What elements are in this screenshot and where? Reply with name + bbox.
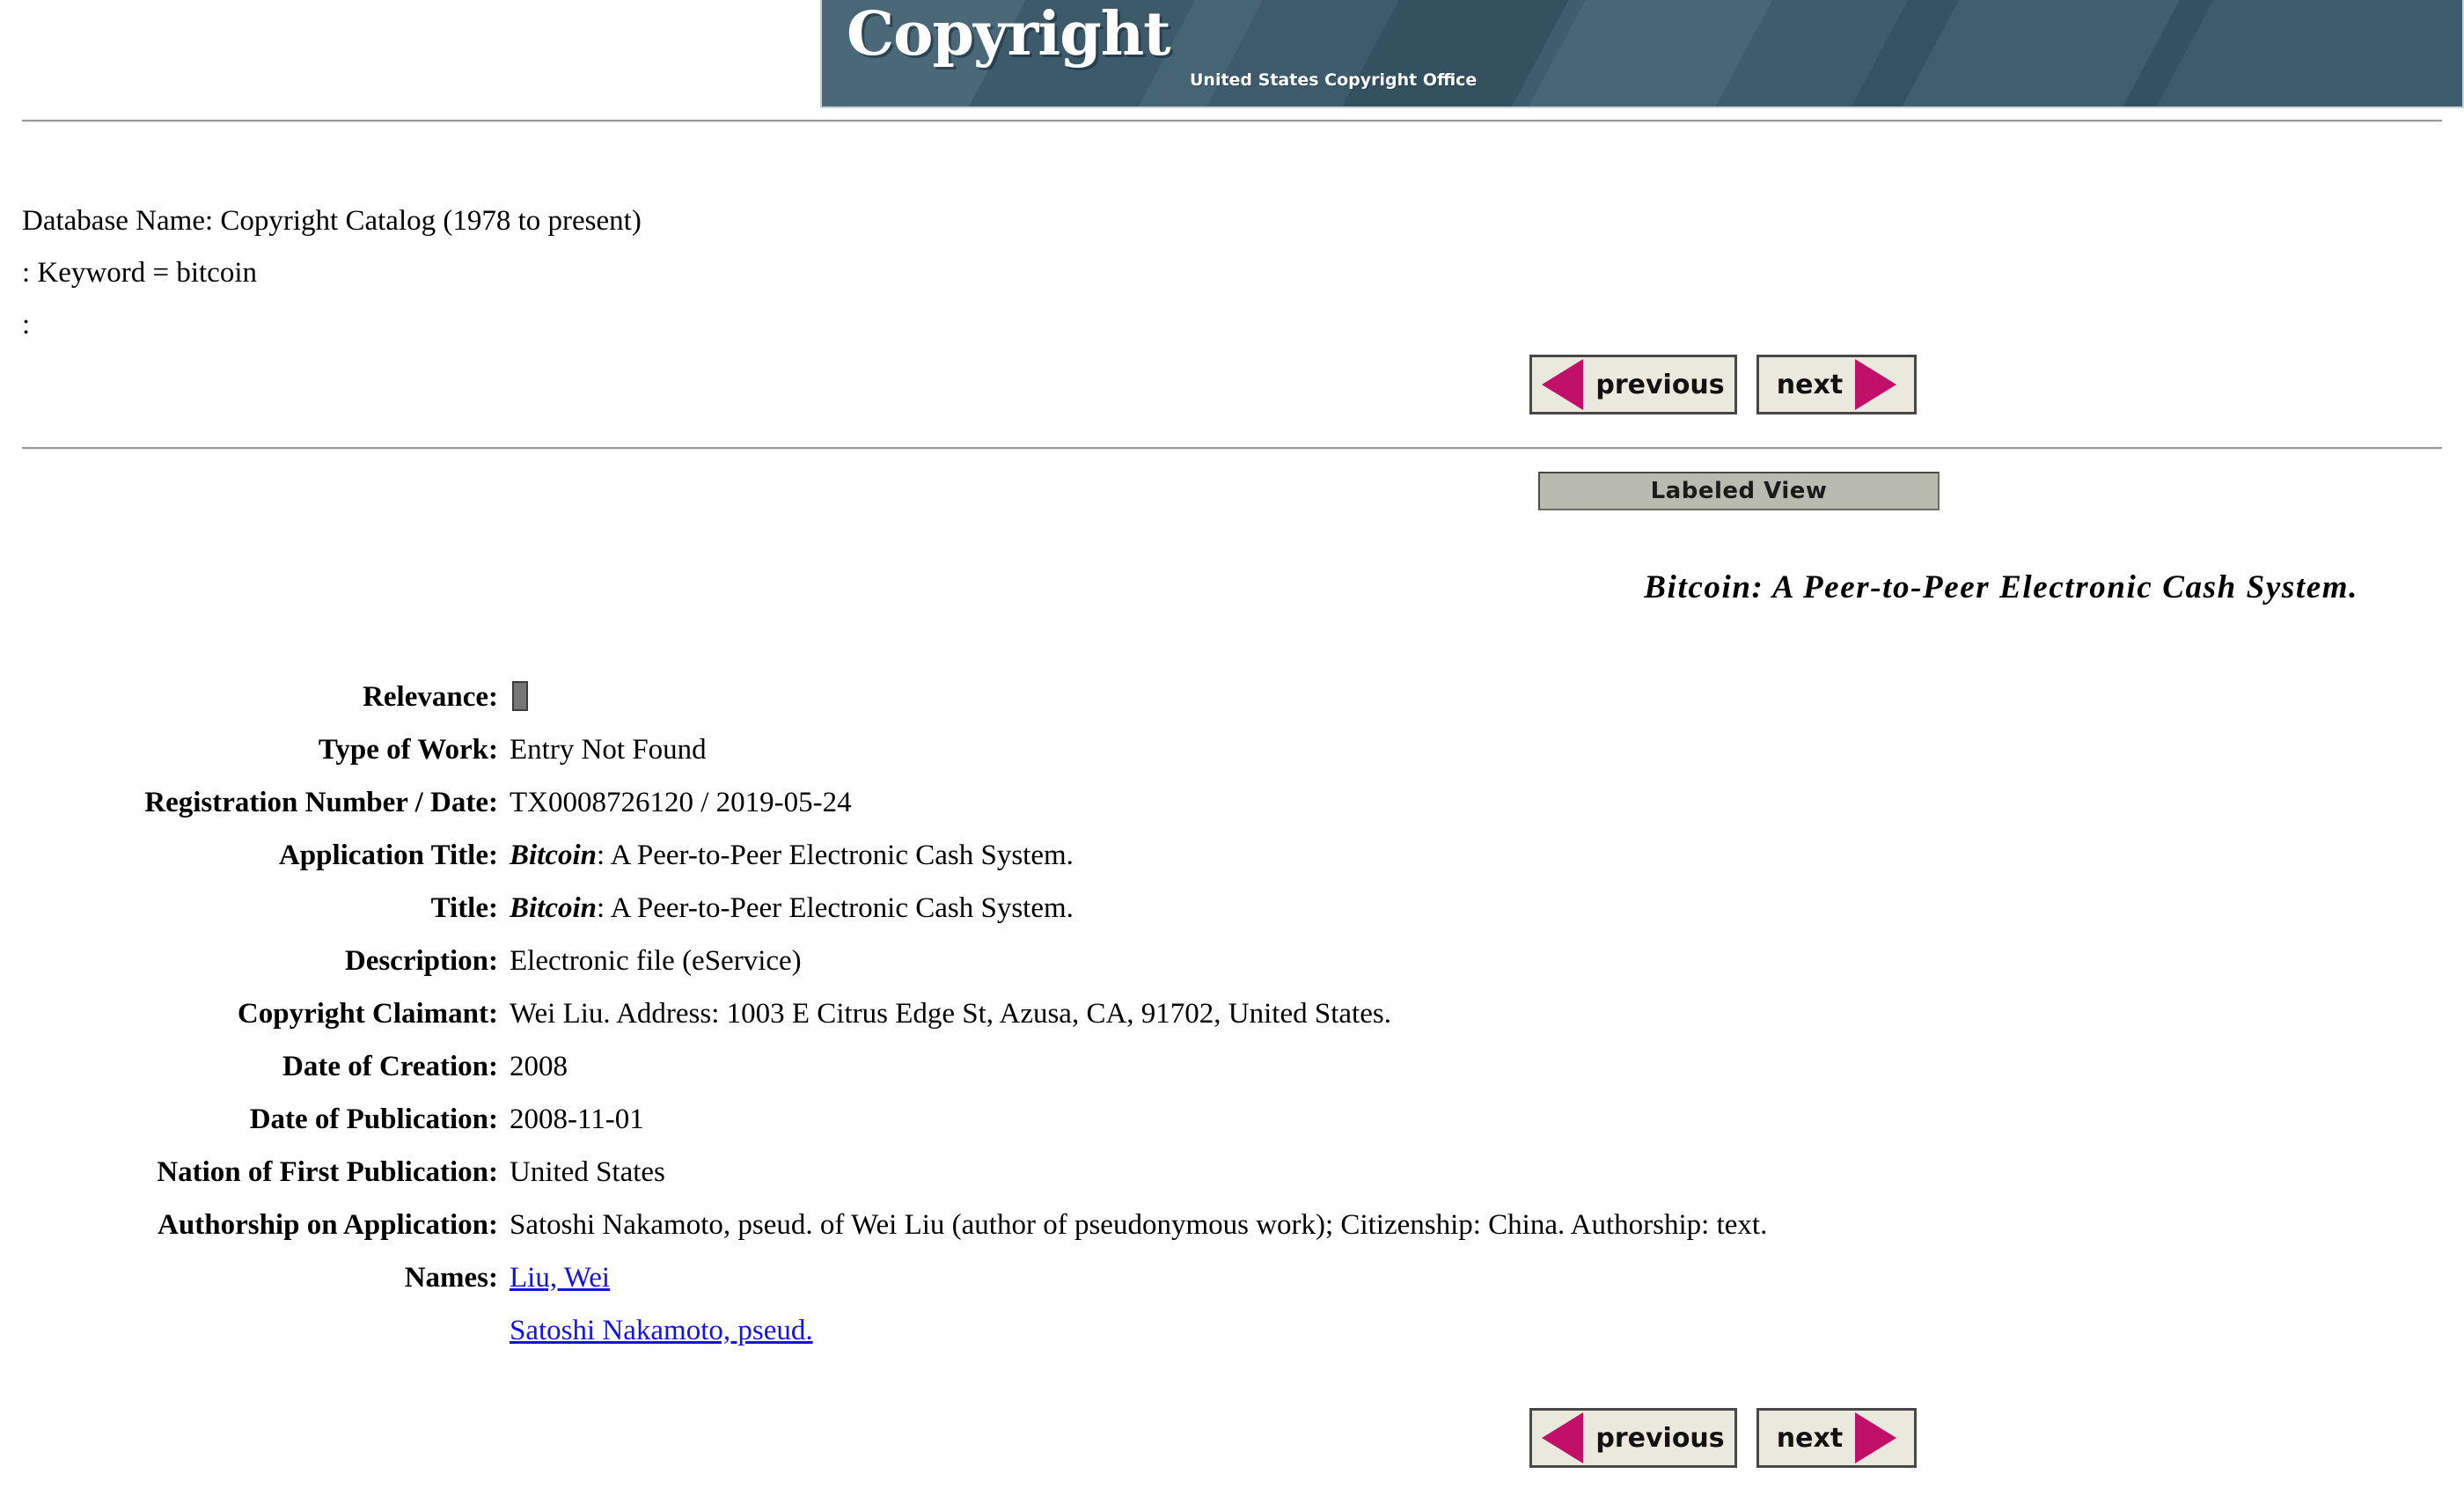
field-label-title: Title: — [430, 892, 498, 924]
table-row: Registration Number / Date: TX0008726120… — [0, 776, 2464, 829]
name-link-satoshi-nakamoto[interactable]: Satoshi Nakamoto, pseud. — [510, 1304, 2464, 1357]
table-row: Description: Electronic file (eService) — [0, 935, 2464, 987]
record-fields-table: Relevance: Type of Work: Entry Not Found… — [0, 671, 2464, 1357]
field-value-date-of-creation: 2008 — [510, 1051, 568, 1082]
field-label-registration-number-date: Registration Number / Date: — [144, 787, 498, 818]
relevance-meter-icon — [512, 681, 528, 711]
labeled-view-button[interactable]: Labeled View — [1538, 472, 1940, 510]
next-button-top[interactable]: next — [1756, 355, 1917, 414]
field-value-application-title: Bitcoin: A Peer-to-Peer Electronic Cash … — [498, 829, 2464, 882]
field-value-names: Liu, Wei Satoshi Nakamoto, pseud. — [498, 1251, 2464, 1357]
field-value-nation-of-first-publication: United States — [510, 1156, 665, 1188]
banner-subtitle-text: United States Copyright Office — [1190, 70, 1478, 90]
previous-button-label: previous — [1595, 1422, 1725, 1454]
table-row: Nation of First Publication: United Stat… — [0, 1146, 2464, 1199]
field-value-authorship-on-application: Satoshi Nakamoto, pseud. of Wei Liu (aut… — [510, 1209, 1768, 1241]
field-value-registration-number-date: TX0008726120 / 2019-05-24 — [510, 787, 852, 818]
previous-button-top[interactable]: previous — [1529, 355, 1737, 414]
table-row: Names: Liu, Wei Satoshi Nakamoto, pseud. — [0, 1251, 2464, 1357]
application-title-rest: : A Peer-to-Peer Electronic Cash System. — [597, 840, 1074, 871]
field-value-type-of-work: Entry Not Found — [510, 734, 707, 766]
labeled-view-label: Labeled View — [1650, 478, 1828, 504]
table-row: Application Title: Bitcoin: A Peer-to-Pe… — [0, 829, 2464, 882]
name-link-liu-wei[interactable]: Liu, Wei — [510, 1251, 2464, 1304]
field-label-type-of-work: Type of Work: — [318, 734, 498, 766]
table-row: Type of Work: Entry Not Found — [0, 723, 2464, 776]
banner-title-text: Copyright — [847, 0, 1171, 70]
field-label-nation-of-first-publication: Nation of First Publication: — [157, 1156, 498, 1188]
arrow-right-icon — [1855, 1412, 1897, 1463]
previous-button-label: previous — [1595, 369, 1725, 400]
database-name-line: Database Name: Copyright Catalog (1978 t… — [22, 205, 642, 237]
next-button-label: next — [1776, 1422, 1844, 1454]
table-row: Copyright Claimant: Wei Liu. Address: 10… — [0, 987, 2464, 1040]
table-row: Authorship on Application: Satoshi Nakam… — [0, 1199, 2464, 1251]
field-label-names: Names: — [404, 1262, 498, 1294]
field-label-authorship-on-application: Authorship on Application: — [158, 1209, 498, 1241]
field-label-date-of-publication: Date of Publication: — [249, 1104, 498, 1135]
title-rest: : A Peer-to-Peer Electronic Cash System. — [597, 892, 1074, 924]
table-row: Date of Creation: 2008 — [0, 1040, 2464, 1093]
arrow-left-icon — [1542, 1412, 1584, 1463]
field-label-date-of-creation: Date of Creation: — [282, 1051, 498, 1082]
field-label-description: Description: — [344, 945, 498, 977]
site-banner: Copyright United States Copyright Office — [820, 0, 2464, 108]
next-button-label: next — [1776, 369, 1844, 400]
field-value-date-of-publication: 2008-11-01 — [510, 1104, 644, 1135]
arrow-left-icon — [1542, 359, 1584, 410]
divider-middle — [22, 447, 2442, 450]
table-row: Title: Bitcoin: A Peer-to-Peer Electroni… — [0, 882, 2464, 935]
arrow-right-icon — [1855, 359, 1897, 410]
table-row: Date of Publication: 2008-11-01 — [0, 1093, 2464, 1146]
record-title: Bitcoin: A Peer-to-Peer Electronic Cash … — [1644, 569, 2358, 605]
copyright-office-logo: Copyright United States Copyright Office — [847, 2, 1515, 106]
table-row: Relevance: — [0, 671, 2464, 723]
previous-button-bottom[interactable]: previous — [1529, 1408, 1737, 1468]
pagination-bottom: previous next — [1529, 1408, 1917, 1468]
field-label-copyright-claimant: Copyright Claimant: — [237, 998, 498, 1030]
field-value-relevance — [498, 671, 2464, 723]
field-value-title: Bitcoin: A Peer-to-Peer Electronic Cash … — [498, 882, 2464, 935]
search-keyword-line: : Keyword = bitcoin — [22, 257, 257, 289]
title-emphasis: Bitcoin — [510, 892, 598, 924]
next-button-bottom[interactable]: next — [1756, 1408, 1917, 1468]
field-label-application-title: Application Title: — [278, 840, 498, 871]
field-value-copyright-claimant: Wei Liu. Address: 1003 E Citrus Edge St,… — [510, 998, 1391, 1030]
query-extra-line: : — [22, 309, 31, 341]
field-value-description: Electronic file (eService) — [510, 945, 802, 977]
pagination-top: previous next — [1529, 355, 1917, 414]
divider-top — [22, 120, 2442, 122]
query-summary: Database Name: Copyright Catalog (1978 t… — [22, 195, 642, 351]
application-title-emphasis: Bitcoin — [510, 840, 598, 871]
field-label-relevance: Relevance: — [363, 681, 498, 713]
